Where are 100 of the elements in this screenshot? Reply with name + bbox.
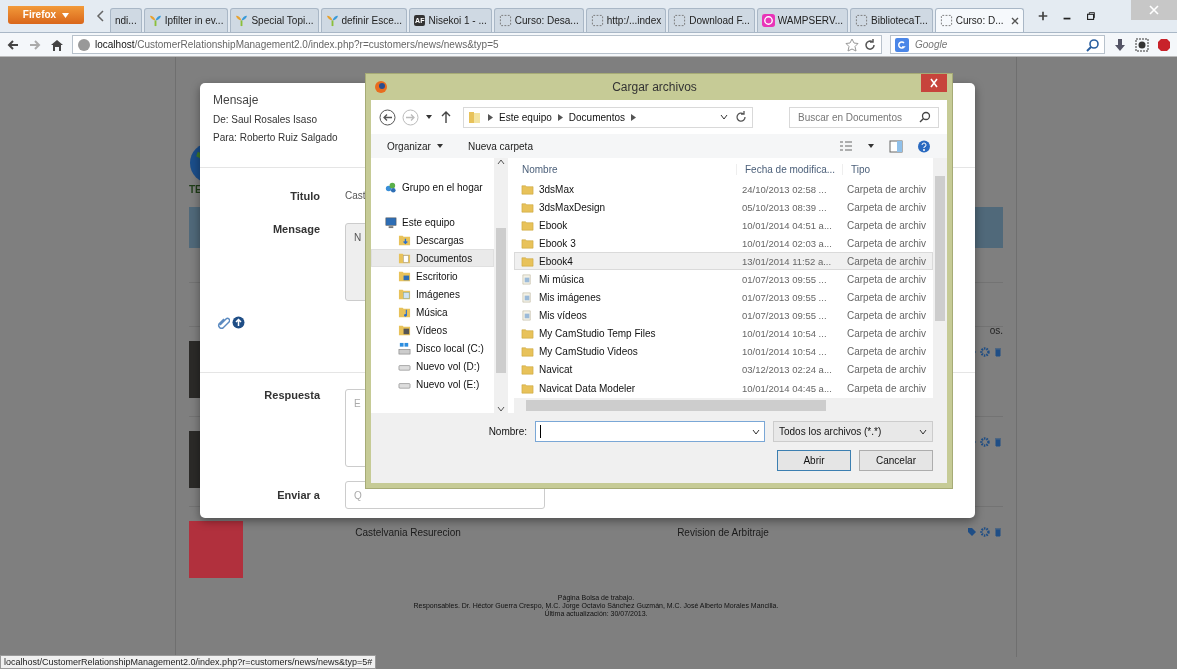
- nav-item[interactable]: Escritorio: [371, 267, 494, 285]
- search-icon: [918, 110, 932, 124]
- toolbar-button[interactable]: Nueva carpeta: [467, 140, 533, 152]
- scrollbar[interactable]: [494, 158, 508, 413]
- search-field[interactable]: Buscar en Documentos: [789, 106, 939, 128]
- search-input[interactable]: Google: [913, 38, 1082, 51]
- column-header[interactable]: Fecha de modifica...: [736, 163, 842, 175]
- videos-folder-icon: [398, 323, 411, 337]
- back-icon[interactable]: [379, 108, 396, 126]
- up-arrow-icon[interactable]: [439, 110, 453, 124]
- nav-item[interactable]: Imágenes: [371, 285, 494, 303]
- adblock-icon[interactable]: [1157, 37, 1171, 52]
- file-name-field[interactable]: [535, 421, 765, 442]
- title-value: Cast: [345, 190, 366, 201]
- search-icon[interactable]: [1086, 37, 1100, 52]
- file-date: 01/07/2013 09:55 ...: [741, 292, 828, 304]
- field-label: Enviar a: [276, 489, 320, 501]
- breadcrumb-item[interactable]: Este equipo: [499, 111, 552, 123]
- file-date: 01/07/2013 09:55 ...: [741, 274, 828, 285]
- firefox-logo-icon: [374, 80, 388, 94]
- nav-item[interactable]: Nuevo vol (D:): [371, 357, 494, 375]
- refresh-icon[interactable]: [734, 110, 748, 124]
- browser-tab[interactable]: WAMPSERV...: [756, 8, 848, 32]
- google-logo-icon: [895, 37, 909, 52]
- nav-item[interactable]: Música: [371, 303, 494, 321]
- breadcrumb-bar[interactable]: Este equipo Documentos: [463, 106, 753, 128]
- file-date: 10/01/2014 04:51 a...: [741, 219, 833, 231]
- close-icon[interactable]: [1010, 16, 1019, 25]
- upload-icon[interactable]: [232, 316, 245, 329]
- nav-item[interactable]: Vídeos: [371, 321, 494, 339]
- dialog-button[interactable]: Cancelar: [859, 450, 933, 471]
- address-bar[interactable]: localhost/CustomerRelationshipManagement2.0/index.php?r=customers/news/news&typ=5: [72, 35, 882, 54]
- toolbar-button[interactable]: Organizar: [387, 140, 444, 152]
- file-row[interactable]: My CamStudio Temp Files 10/01/2014 10:54 ... Carpeta de archiv: [514, 324, 933, 343]
- file-row[interactable]: Navicat 03/12/2013 02:24 a... Carpeta de archiv: [514, 360, 933, 380]
- file-name: Navicat Data Modeler: [539, 382, 636, 394]
- name-label: Nombre:: [488, 426, 527, 437]
- scrollbar[interactable]: [933, 158, 947, 398]
- reload-icon[interactable]: [863, 37, 877, 52]
- browser-tab[interactable]: Curso: Desa...: [493, 8, 584, 32]
- breadcrumb-item[interactable]: Documentos: [568, 111, 625, 123]
- modal-title: Mensaje: [213, 93, 259, 107]
- photo-placeholder: [189, 521, 243, 578]
- star-icon[interactable]: [845, 37, 859, 52]
- folder-icon: [521, 182, 534, 196]
- browser-tab[interactable]: Curso: D...: [934, 8, 1024, 32]
- file-row[interactable]: Ebook4 13/01/2014 11:52 a... Carpeta de archiv: [514, 252, 933, 271]
- dialog-button[interactable]: Abrir: [777, 450, 851, 471]
- caret-icon: [435, 142, 444, 150]
- url-text: localhost/CustomerRelationshipManagement2.0/index.php?r=customers/news/news&typ=5: [95, 39, 499, 50]
- scrollbar[interactable]: [514, 398, 947, 413]
- browser-tab[interactable]: definir Esce...: [320, 8, 408, 32]
- nav-item[interactable]: Disco local (C:): [371, 339, 494, 357]
- file-date: 13/01/2014 11:52 a...: [741, 255, 833, 267]
- browser-tab[interactable]: BibliotecaT...: [850, 8, 933, 32]
- dropdown-arrow-icon: [425, 113, 433, 121]
- browser-tab[interactable]: Special Topi...: [230, 8, 319, 32]
- file-row[interactable]: My CamStudio Videos 10/01/2014 10:54 ... Carpeta de archiv: [514, 342, 933, 361]
- nav-item[interactable]: Descargas: [371, 231, 494, 249]
- search-field[interactable]: Google: [890, 35, 1105, 54]
- dropdown-arrow-icon: [867, 142, 875, 150]
- download-icon[interactable]: [1113, 37, 1127, 52]
- homegroup-icon: [384, 180, 397, 194]
- nav-item[interactable]: Documentos: [371, 249, 494, 267]
- file-row[interactable]: 3dsMax 24/10/2013 02:58 ... Carpeta de archiv: [514, 180, 933, 199]
- back-icon[interactable]: [6, 37, 20, 52]
- file-type-dropdown[interactable]: Todos los archivos (*.*): [773, 421, 933, 442]
- browser-tab[interactable]: http:/...index: [585, 8, 667, 32]
- folder-icon: [521, 381, 534, 395]
- library-folder-icon: [521, 309, 534, 323]
- browser-tab[interactable]: ndi...: [110, 8, 142, 32]
- browser-tab[interactable]: Download F...: [668, 8, 755, 32]
- computer-icon: [384, 215, 397, 229]
- home-icon[interactable]: [50, 37, 64, 52]
- file-type: Carpeta de archiv: [846, 382, 927, 394]
- help-icon[interactable]: [917, 139, 931, 153]
- blank-page-icon: [498, 14, 512, 27]
- music-folder-icon: [398, 305, 411, 319]
- browser-tab[interactable]: Ipfilter in ev...: [143, 8, 229, 32]
- file-row[interactable]: Navicat Data Modeler 10/01/2014 04:45 a... Carpeta de archiv: [514, 379, 933, 398]
- scroll-up-icon[interactable]: [497, 158, 505, 166]
- file-row[interactable]: Mis vídeos 01/07/2013 09:55 ... Carpeta de archiv: [514, 306, 933, 325]
- file-type-value: Todos los archivos (*.*): [779, 426, 882, 437]
- nav-item[interactable]: Nuevo vol (E:): [371, 375, 494, 393]
- paperclip-icon[interactable]: [217, 316, 230, 329]
- chevron-icon[interactable]: [488, 113, 493, 121]
- file-type: Carpeta de archiv: [846, 219, 927, 231]
- chevron-icon[interactable]: [557, 113, 563, 121]
- file-date: 10/01/2014 02:03 a...: [741, 237, 833, 249]
- scroll-tabs-left-icon[interactable]: [96, 10, 106, 22]
- nav-item[interactable]: Grupo en el hogar: [371, 178, 494, 196]
- file-name: Mis vídeos: [539, 310, 587, 322]
- scroll-down-icon[interactable]: [497, 405, 505, 413]
- file-type: Carpeta de archiv: [846, 292, 927, 304]
- globe-icon: [77, 37, 91, 52]
- column-header[interactable]: Nombre: [514, 163, 736, 175]
- file-row[interactable]: 3dsMaxDesign 05/10/2013 08:39 ... Carpeta de archiv: [514, 198, 933, 217]
- file-date: 01/07/2013 09:55 ...: [741, 310, 828, 322]
- chevron-icon[interactable]: [630, 113, 636, 121]
- file-type: Carpeta de archiv: [846, 328, 927, 340]
